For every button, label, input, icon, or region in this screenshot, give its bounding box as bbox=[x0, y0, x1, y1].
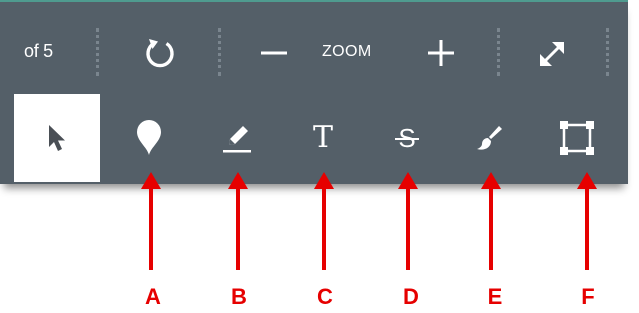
arrow-f-icon bbox=[577, 172, 597, 270]
highlight-tool-button[interactable] bbox=[194, 94, 280, 182]
arrow-e-icon bbox=[481, 172, 501, 270]
expand-icon bbox=[540, 42, 564, 66]
select-tool-button[interactable] bbox=[14, 94, 100, 182]
zoom-out-button[interactable] bbox=[257, 38, 291, 68]
arrow-c-icon bbox=[314, 172, 334, 270]
draw-tool-button[interactable] bbox=[446, 94, 532, 182]
fullscreen-button[interactable] bbox=[533, 35, 571, 73]
text-tool-button[interactable]: T bbox=[280, 94, 366, 182]
strikethrough-tool-button[interactable]: S bbox=[364, 94, 450, 182]
callout-label-b: B bbox=[231, 284, 247, 309]
cursor-arrow-icon bbox=[49, 125, 65, 151]
zoom-in-button[interactable] bbox=[424, 36, 458, 70]
zoom-label: ZOOM bbox=[322, 43, 372, 60]
callout-label-f: F bbox=[581, 284, 595, 309]
page-count: of 5 bbox=[24, 41, 53, 61]
text-icon: T bbox=[312, 120, 333, 155]
toolbar-divider bbox=[606, 28, 609, 76]
annotation-toolbar: of 5 ZOOM T S bbox=[0, 0, 628, 184]
callout-label-e: E bbox=[487, 284, 503, 309]
rotate-button[interactable] bbox=[141, 35, 179, 71]
arrow-d-icon bbox=[398, 172, 418, 270]
map-pin-icon bbox=[137, 120, 161, 155]
toolbar-divider bbox=[218, 28, 221, 76]
callout-label-d: D bbox=[403, 284, 419, 309]
brush-icon bbox=[477, 126, 502, 150]
toolbar-divider bbox=[96, 28, 99, 76]
toolbar-divider bbox=[497, 28, 500, 76]
plus-icon bbox=[428, 40, 454, 66]
arrow-a-icon bbox=[141, 172, 161, 270]
square-selection-icon bbox=[560, 121, 594, 155]
callout-label-c: C bbox=[317, 284, 333, 309]
area-tool-button[interactable] bbox=[534, 94, 620, 182]
strikethrough-icon: S bbox=[395, 123, 420, 153]
minus-icon bbox=[261, 51, 287, 55]
pin-tool-button[interactable] bbox=[106, 94, 192, 182]
rotate-icon bbox=[146, 39, 174, 68]
callout-label-a: A bbox=[145, 284, 161, 309]
arrow-b-icon bbox=[228, 172, 248, 270]
pencil-underline-icon bbox=[223, 126, 251, 153]
screenshot-page: of 5 ZOOM T S A B C D E F bbox=[0, 0, 639, 313]
